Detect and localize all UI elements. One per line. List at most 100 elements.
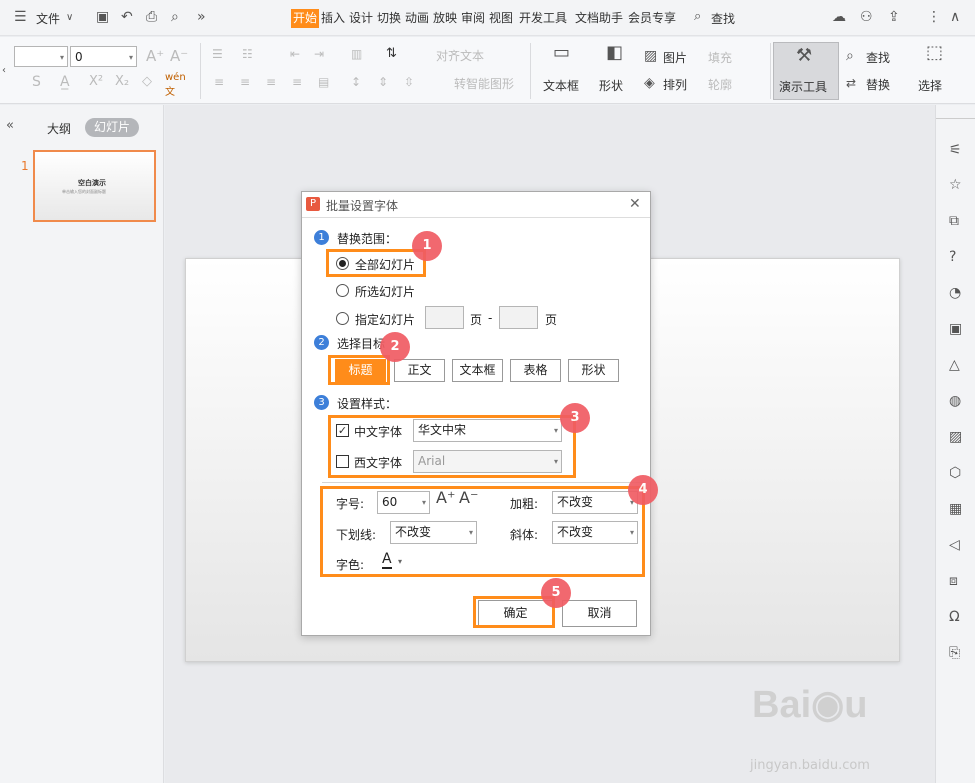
- preview-icon[interactable]: ⌕: [171, 9, 179, 25]
- target-body-button[interactable]: 正文: [394, 359, 445, 382]
- tab-developer[interactable]: 开发工具: [519, 9, 567, 28]
- present-tool-button[interactable]: ⚒ 演示工具: [773, 42, 839, 100]
- outline-button[interactable]: 轮廓: [708, 76, 732, 93]
- collaborate-icon[interactable]: ⚇: [860, 9, 873, 25]
- hexagon-icon[interactable]: ⬡: [949, 465, 961, 481]
- picture-button[interactable]: 图片: [663, 49, 687, 66]
- radio-selected-slides[interactable]: [336, 284, 349, 297]
- undo-icon[interactable]: ↶: [121, 9, 133, 25]
- indent-decrease-icon[interactable]: ⇤: [290, 47, 300, 61]
- collapse-ribbon-icon[interactable]: ∧: [950, 9, 960, 25]
- picture-library-icon[interactable]: ▨: [949, 429, 962, 445]
- align-text-button[interactable]: 对齐文本: [436, 47, 484, 64]
- tab-design[interactable]: 设计: [349, 9, 373, 28]
- tab-review[interactable]: 审阅: [461, 9, 485, 28]
- line-spacing-icon[interactable]: ↕: [351, 75, 361, 89]
- tab-transition[interactable]: 切换: [377, 9, 401, 28]
- radio-selected-slides-label[interactable]: 所选幻灯片: [355, 283, 415, 300]
- close-icon[interactable]: ✕: [629, 196, 641, 212]
- pinyin-icon[interactable]: wén 文: [165, 72, 186, 98]
- radio-specified-slides[interactable]: [336, 312, 349, 325]
- target-shape-button[interactable]: 形状: [568, 359, 619, 382]
- subscript-icon[interactable]: X₂: [115, 74, 129, 89]
- palette-icon[interactable]: ◍: [949, 393, 961, 409]
- table-icon[interactable]: ▦: [949, 501, 962, 517]
- hamburger-icon[interactable]: ☰: [14, 9, 27, 25]
- tab-animation[interactable]: 动画: [405, 9, 429, 28]
- fill-button[interactable]: 填充: [708, 49, 732, 66]
- align-left-icon[interactable]: ≡: [214, 75, 224, 89]
- star-icon[interactable]: ☆: [949, 177, 962, 193]
- text-direction-icon[interactable]: ⇳: [404, 75, 414, 89]
- align-center-icon[interactable]: ≡: [240, 75, 250, 89]
- font-name-select[interactable]: ▾: [14, 46, 68, 67]
- menu-search[interactable]: 查找: [711, 10, 735, 27]
- page-to-input[interactable]: [499, 306, 538, 329]
- smart-shape-button[interactable]: 转智能图形: [454, 75, 514, 92]
- shape-icon[interactable]: ◧: [606, 44, 623, 62]
- increase-font-icon[interactable]: A⁺: [146, 47, 164, 65]
- tab-view[interactable]: 视图: [489, 9, 513, 28]
- bullet-list-icon[interactable]: ☰: [212, 47, 223, 61]
- replace-icon[interactable]: ⇄: [846, 75, 856, 91]
- tab-member[interactable]: 会员专享: [628, 9, 676, 28]
- textbox-icon[interactable]: ▭: [553, 44, 570, 62]
- collapse-panel-icon[interactable]: «: [6, 118, 14, 134]
- page-from-input[interactable]: [425, 306, 464, 329]
- more-vertical-icon[interactable]: ⋮: [927, 9, 941, 25]
- number-list-icon[interactable]: ☷: [242, 47, 253, 61]
- backup-icon[interactable]: ⎘: [949, 645, 960, 661]
- tab-home[interactable]: 开始: [291, 9, 320, 28]
- font-size-select[interactable]: 0 ▾: [70, 46, 137, 67]
- replace-button[interactable]: 替换: [866, 76, 890, 93]
- print-icon[interactable]: ⎙: [146, 9, 157, 25]
- textbox-button[interactable]: 文本框: [543, 77, 579, 94]
- find-icon[interactable]: ⌕: [846, 48, 854, 64]
- arrange-button[interactable]: 排列: [663, 76, 687, 93]
- cloud-icon[interactable]: ☁: [832, 9, 846, 25]
- animation-icon[interactable]: △: [949, 357, 960, 373]
- align-right-icon[interactable]: ≡: [266, 75, 276, 89]
- indent-increase-icon[interactable]: ⇥: [314, 47, 324, 61]
- tab-insert[interactable]: 插入: [321, 9, 345, 28]
- share-icon[interactable]: ⇪: [888, 9, 900, 25]
- image-icon[interactable]: ▣: [949, 321, 962, 337]
- para-spacing-icon[interactable]: ⇕: [378, 75, 388, 89]
- cancel-button[interactable]: 取消: [562, 600, 637, 627]
- clear-format-icon[interactable]: ◇: [142, 74, 152, 89]
- help-icon[interactable]: ?: [949, 249, 956, 265]
- file-menu[interactable]: 文件: [36, 10, 60, 27]
- symbol-icon[interactable]: Ω: [949, 609, 960, 625]
- decrease-font-icon[interactable]: A⁻: [170, 47, 188, 65]
- superscript-icon[interactable]: X²: [89, 74, 103, 89]
- audio-icon[interactable]: ◁: [949, 537, 960, 553]
- tab-slideshow[interactable]: 放映: [433, 9, 457, 28]
- strikethrough-icon[interactable]: S: [32, 74, 41, 90]
- more-icon[interactable]: »: [197, 9, 206, 25]
- ribbon-scroll-left-icon[interactable]: ‹: [2, 63, 6, 79]
- tab-doc-assistant[interactable]: 文档助手: [575, 9, 623, 28]
- justify-icon[interactable]: ≡: [292, 75, 302, 89]
- chevron-down-icon[interactable]: ∨: [66, 10, 73, 26]
- arrange-icon[interactable]: ◈: [644, 75, 655, 91]
- distribute-icon[interactable]: ▤: [318, 75, 329, 89]
- target-table-button[interactable]: 表格: [510, 359, 561, 382]
- tab-slides[interactable]: 幻灯片: [85, 118, 140, 137]
- transition-icon[interactable]: ⧈: [949, 573, 958, 589]
- find-button[interactable]: 查找: [866, 49, 890, 66]
- sort-icon[interactable]: ⇅: [386, 46, 397, 61]
- font-color-icon[interactable]: A̲: [60, 74, 70, 90]
- search-icon[interactable]: ⌕: [694, 9, 701, 25]
- select-button[interactable]: 选择: [918, 77, 942, 94]
- columns-icon[interactable]: ▥: [351, 47, 362, 61]
- properties-icon[interactable]: ⚟: [949, 142, 962, 158]
- save-icon[interactable]: ▣: [96, 9, 109, 25]
- picture-icon[interactable]: ▨: [644, 48, 657, 64]
- radio-specified-slides-label[interactable]: 指定幻灯片: [355, 311, 415, 328]
- select-icon[interactable]: ⬚: [926, 44, 943, 62]
- shape-button[interactable]: 形状: [599, 77, 623, 94]
- tab-outline[interactable]: 大纲: [47, 120, 71, 137]
- slide-switch-icon[interactable]: ⧉: [949, 213, 959, 229]
- slide-thumbnail[interactable]: 空白演示 单击输入您的封面副标题: [33, 150, 156, 222]
- shapes-icon[interactable]: ◔: [949, 285, 961, 301]
